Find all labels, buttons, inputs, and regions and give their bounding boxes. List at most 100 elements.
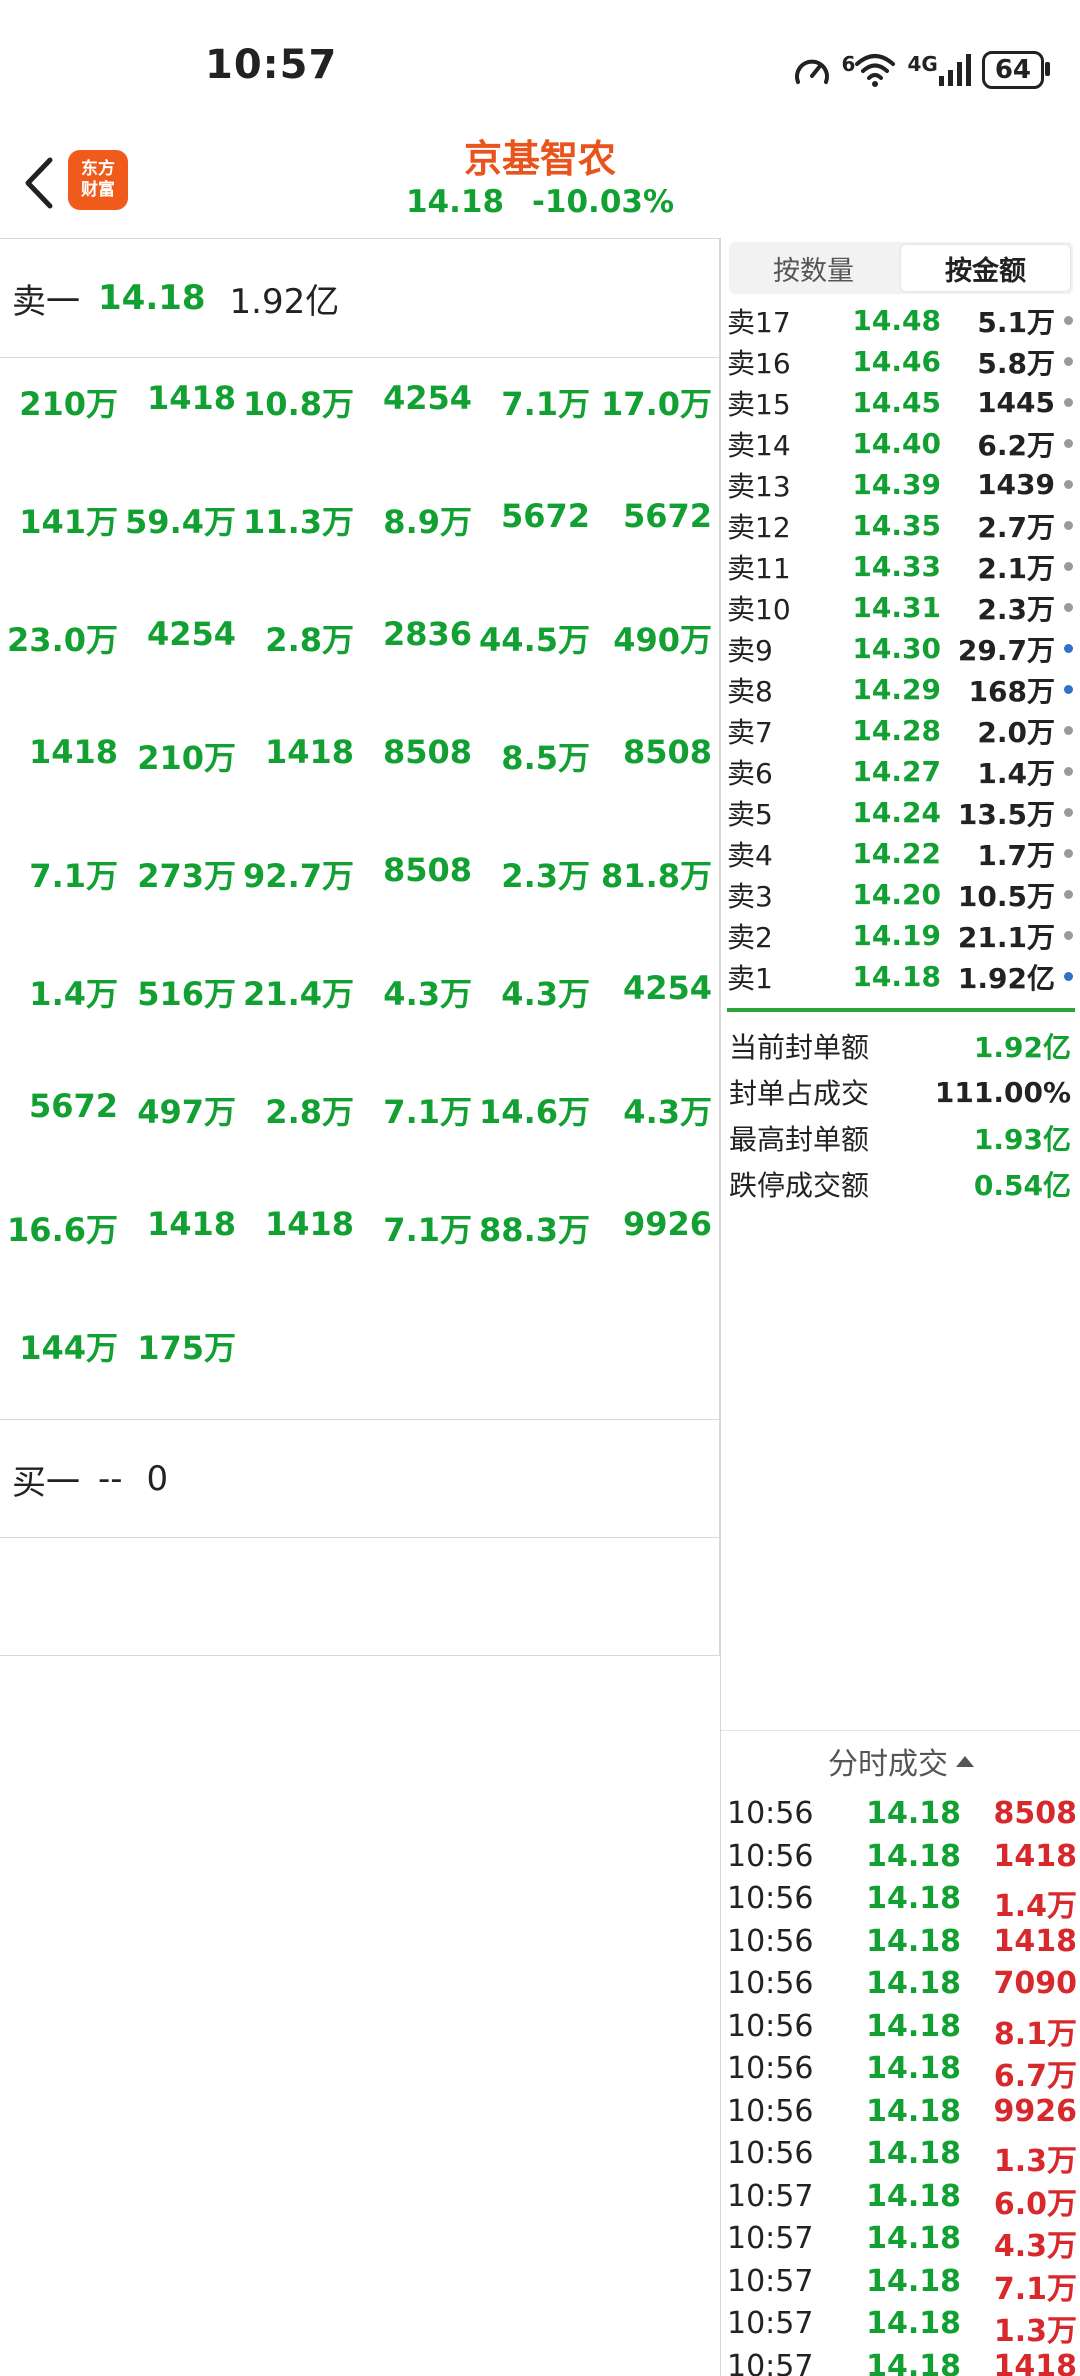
tick-row: 10:56 14.18 6.7万 xyxy=(721,2051,1080,2094)
ask-level-row[interactable]: 卖15 14.45 1445 xyxy=(721,382,1080,423)
cellular-signal-icon: 4G xyxy=(907,52,971,88)
tick-time: 10:57 xyxy=(727,2348,814,2376)
ask-level-dot-icon xyxy=(1064,726,1073,735)
order-cell: 4254 xyxy=(622,969,712,1007)
ask-level-row[interactable]: 卖3 14.20 10.5万 xyxy=(721,874,1080,915)
tab-by-amount[interactable]: 按金额 xyxy=(901,245,1070,291)
stock-header: 东方 财富 京基智农 14.18 -10.03% xyxy=(0,120,1080,238)
ask-level-dot-icon xyxy=(1064,972,1073,981)
ask-level-row[interactable]: 卖6 14.27 1.4万 xyxy=(721,751,1080,792)
tick-volume: 1.3万 xyxy=(993,2314,1077,2349)
ask-level-row[interactable]: 卖12 14.35 2.7万 xyxy=(721,505,1080,546)
order-cell: 59.4万 xyxy=(125,503,236,541)
ask-level-price: 14.35 xyxy=(852,509,941,542)
tick-time: 10:56 xyxy=(727,2008,814,2044)
ask-level-row[interactable]: 卖8 14.29 168万 xyxy=(721,669,1080,710)
order-cell: 1418 xyxy=(146,379,236,417)
tick-volume: 7090 xyxy=(993,1966,1078,2001)
ask-level-row[interactable]: 卖4 14.22 1.7万 xyxy=(721,833,1080,874)
ask-level-price: 14.33 xyxy=(852,550,941,583)
tick-time: 10:56 xyxy=(727,2093,814,2129)
order-cell: 175万 xyxy=(137,1329,236,1367)
ask-level-dot-icon xyxy=(1064,480,1073,489)
ask-levels-list[interactable]: 卖17 14.48 5.1万 卖16 14.46 5.8万 卖15 14.45 1445 卖14 1… xyxy=(721,300,1080,1020)
ask-level-label: 卖15 xyxy=(727,387,791,421)
status-clock: 10:57 xyxy=(205,42,338,88)
stock-price: 14.18 xyxy=(405,184,505,220)
stock-change-pct: -10.03% xyxy=(532,184,675,220)
ask-level-label: 卖5 xyxy=(727,797,773,831)
tick-volume: 4.3万 xyxy=(993,2229,1077,2264)
tick-time: 10:56 xyxy=(727,1923,814,1959)
tick-row: 10:56 14.18 1.3万 xyxy=(721,2136,1080,2179)
ask-level-row[interactable]: 卖5 14.24 13.5万 xyxy=(721,792,1080,833)
ask-level-volume: 2.3万 xyxy=(977,592,1055,626)
tick-row: 10:57 14.18 7.1万 xyxy=(721,2263,1080,2307)
ask-level-row[interactable]: 卖13 14.39 1439 xyxy=(721,464,1080,505)
ticks-header[interactable]: 分时成交 xyxy=(721,1730,1080,1791)
tab-by-quantity[interactable]: 按数量 xyxy=(729,242,898,294)
tick-price: 14.18 xyxy=(866,2263,961,2299)
ask-level-label: 卖10 xyxy=(727,592,791,626)
tick-time: 10:57 xyxy=(727,2221,814,2256)
order-cell: 8508 xyxy=(382,851,472,889)
ask-level-dot-icon xyxy=(1064,439,1073,448)
tick-time: 10:56 xyxy=(727,1966,814,2001)
ask-level-row[interactable]: 卖7 14.28 2.0万 xyxy=(721,710,1080,751)
wifi-icon: 6 xyxy=(842,52,898,88)
ask-level-label: 卖2 xyxy=(727,920,773,954)
ticks-title: 分时成交 xyxy=(828,1747,948,1782)
stock-quote: 14.18 -10.03% xyxy=(0,184,1080,220)
ask-level-dot-icon xyxy=(1064,357,1073,366)
ask-level-volume: 5.8万 xyxy=(977,346,1055,380)
ask-level-row[interactable]: 卖9 14.30 29.7万 xyxy=(721,628,1080,669)
ask-level-volume: 5.1万 xyxy=(977,305,1055,339)
order-cell: 4.3万 xyxy=(383,975,472,1013)
ask-level-row[interactable]: 卖14 14.40 6.2万 xyxy=(721,423,1080,464)
tick-time: 10:56 xyxy=(727,1796,814,1831)
ask-level-row[interactable]: 卖11 14.33 2.1万 xyxy=(721,546,1080,587)
order-cell: 81.8万 xyxy=(601,857,712,895)
order-cell: 10.8万 xyxy=(243,385,354,423)
stat-label: 跌停成交额 xyxy=(729,1169,870,1202)
tick-volume: 8508 xyxy=(993,1796,1078,1831)
order-cell: 44.5万 xyxy=(479,621,590,659)
divider xyxy=(0,1537,720,1538)
ask-level-label: 卖1 xyxy=(727,961,773,995)
order-cell: 497万 xyxy=(137,1093,236,1131)
order-cell: 210万 xyxy=(19,385,118,423)
ask-level-label: 卖3 xyxy=(727,879,773,913)
ask-level-label: 卖17 xyxy=(727,305,791,339)
ask-level-row[interactable]: 卖16 14.46 5.8万 xyxy=(721,341,1080,382)
order-cell: 9926 xyxy=(622,1205,712,1243)
ask-level-volume: 13.5万 xyxy=(957,797,1055,831)
ask-level-price: 14.28 xyxy=(852,714,941,747)
ask-level-row[interactable]: 卖1 14.18 1.92亿 xyxy=(721,956,1080,997)
ask-level-volume: 1439 xyxy=(977,468,1055,501)
order-cell: 8.9万 xyxy=(383,503,472,541)
ask-level-volume: 1.4万 xyxy=(977,756,1055,790)
order-cell: 4254 xyxy=(146,615,236,653)
ask-level-row[interactable]: 卖10 14.31 2.3万 xyxy=(721,587,1080,628)
ask-level-price: 14.30 xyxy=(852,632,941,665)
tick-row: 10:56 14.18 8.1万 xyxy=(721,2008,1080,2052)
ask-level-dot-icon xyxy=(1064,931,1073,940)
order-cell: 7.1万 xyxy=(383,1093,472,1131)
price-divider xyxy=(727,1008,1075,1012)
tick-price: 14.18 xyxy=(866,1796,961,1831)
ask-level-dot-icon xyxy=(1064,316,1073,325)
ask-level-row[interactable]: 卖17 14.48 5.1万 xyxy=(721,300,1080,341)
order-cell: 1418 xyxy=(146,1205,236,1243)
sell1-label: 卖一 xyxy=(12,281,80,322)
stat-row: 当前封单额 1.92亿 xyxy=(721,1024,1080,1068)
ask-level-row[interactable]: 卖2 14.19 21.1万 xyxy=(721,915,1080,956)
tick-volume: 9926 xyxy=(993,2093,1078,2129)
order-cell: 16.6万 xyxy=(7,1211,118,1249)
sort-up-icon xyxy=(956,1755,974,1767)
tick-volume: 8.1万 xyxy=(993,2016,1077,2052)
tick-price: 14.18 xyxy=(866,1966,961,2001)
order-cell: 1.4万 xyxy=(29,975,118,1013)
ticks-list[interactable]: 10:56 14.18 8508 10:56 14.18 1418 10:56 14.18 1.… xyxy=(721,1796,1080,2376)
order-cell: 2.8万 xyxy=(265,1093,354,1131)
order-cell: 7.1万 xyxy=(383,1211,472,1249)
